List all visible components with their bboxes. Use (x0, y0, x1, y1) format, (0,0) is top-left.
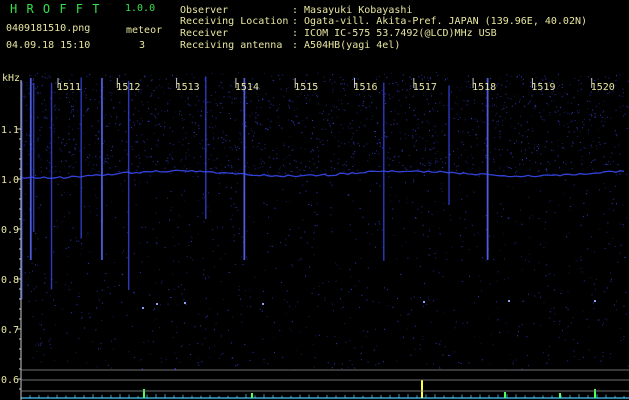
x-tick-label: 1518 (472, 82, 496, 93)
receiver-value: : ICOM IC-575 53.7492(@LCD)MHz USB (292, 28, 497, 39)
location-label: Receiving Location (180, 16, 289, 27)
app-version: 1.0.0 (125, 3, 156, 14)
x-tick-label: 1513 (176, 82, 200, 93)
carrier-line (19, 169, 625, 179)
app-title: H R O F F T (10, 2, 101, 16)
y-tick-label: 0.9 (1, 225, 19, 236)
antenna-label: Receiving antenna (180, 40, 283, 51)
carrier-trace (19, 169, 625, 309)
image-filename: 0409181510.png (6, 23, 91, 34)
x-tick-label: 1517 (413, 82, 437, 93)
antenna-value: : A504HB(yagi 4el) (292, 40, 401, 51)
echo-dot (594, 300, 596, 302)
observer-label: Observer (180, 5, 229, 16)
meteor-echoes (21, 76, 489, 300)
echo-dot (262, 303, 264, 305)
frequency-axis: 1.1 1.0 0.9 0.8 0.7 0.6 (1, 80, 629, 400)
meteor-count: 3 (139, 40, 146, 51)
x-tick-label: 1520 (591, 82, 615, 93)
y-axis-unit: kHz (2, 73, 21, 84)
echo-dot (423, 301, 425, 303)
x-tick-label: 1515 (294, 82, 318, 93)
observer-value: : Masayuki Kobayashi (292, 5, 413, 16)
bottom-spikes (21, 380, 629, 399)
echo-dot (508, 300, 510, 302)
receiver-label: Receiver (180, 28, 229, 39)
echo-dot (184, 302, 186, 304)
y-tick-label: 1.1 (1, 125, 19, 136)
y-tick-label: 0.7 (1, 325, 19, 336)
spectrogram-noise (23, 72, 629, 371)
y-tick-label: 0.8 (1, 275, 19, 286)
echo-dot (156, 303, 158, 305)
x-tick-label: 1512 (116, 82, 140, 93)
echo-dot (142, 307, 144, 309)
spectrogram-plot: 1.11.00.90.80.70.6 1511 1512 1513 1514 1515 1… (1, 72, 629, 400)
x-tick-label: 1516 (354, 82, 378, 93)
capture-datetime: 04.09.18 15:10 (6, 40, 91, 51)
y-tick-label: 0.6 (1, 375, 19, 386)
meteor-label: meteor (126, 25, 163, 36)
y-tick-label: 1.0 (1, 175, 19, 186)
x-tick-label: 1514 (235, 82, 259, 93)
x-tick-label: 1511 (57, 82, 81, 93)
location-value: : Ogata-vill. Akita-Pref. JAPAN (139.96E… (292, 16, 588, 27)
x-tick-label: 1519 (531, 82, 555, 93)
